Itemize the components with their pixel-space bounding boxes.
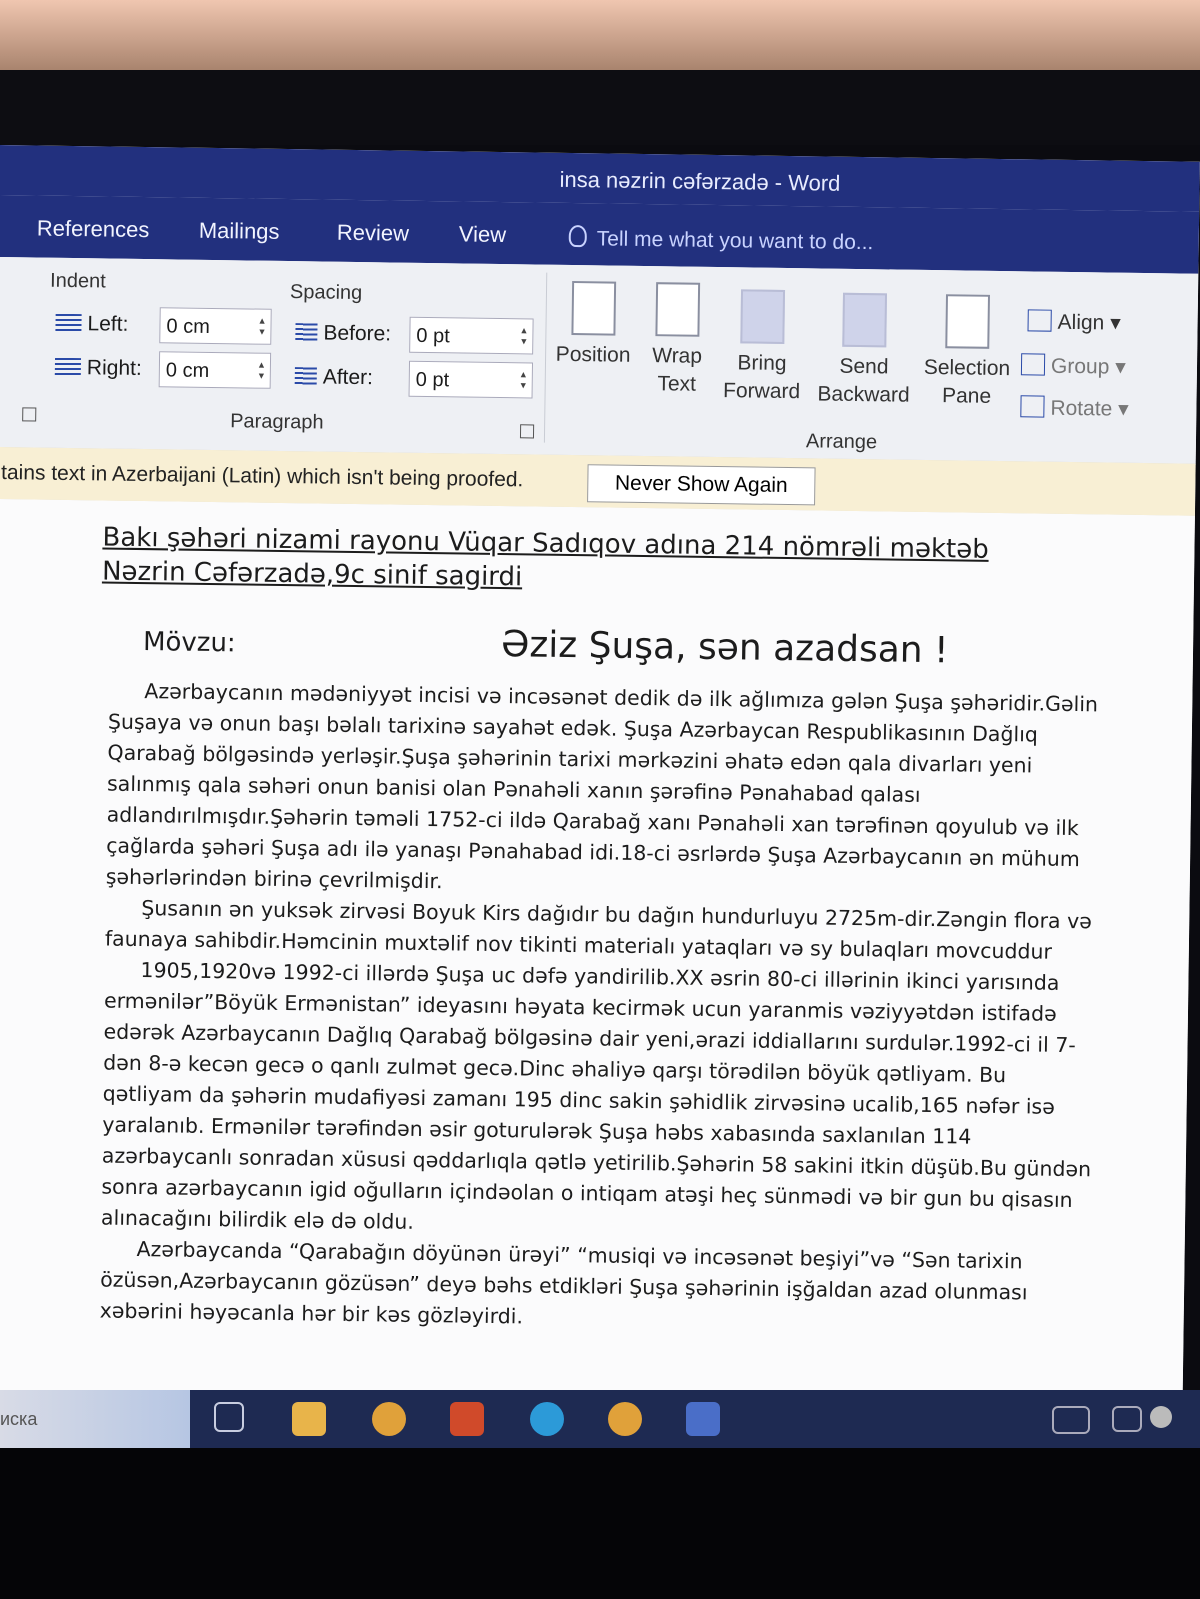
taskbar-search-text: иска — [0, 1409, 38, 1429]
monitor-bezel — [0, 70, 1200, 145]
paragraph-group-label: Paragraph — [230, 410, 324, 434]
spinner-icon[interactable]: ▲ ▼ — [257, 316, 266, 338]
powerpoint-icon[interactable] — [450, 1402, 484, 1436]
edge-icon[interactable] — [530, 1402, 564, 1436]
align-label: Align — [1057, 310, 1105, 335]
spacing-before-icon — [295, 323, 318, 342]
wrap-text-icon — [655, 282, 701, 337]
monitor-bottom-bezel — [0, 1448, 1200, 1599]
group-label: Group — [1050, 354, 1110, 379]
indent-left-text: Left: — [87, 312, 129, 336]
indent-right-icon — [54, 357, 82, 377]
indent-label: Indent — [49, 269, 106, 293]
taskbar: иска — [0, 1390, 1200, 1448]
background-wall — [0, 0, 1200, 70]
task-view-icon[interactable] — [214, 1402, 244, 1432]
spacing-label: Spacing — [289, 281, 363, 305]
header-line-2: Nəzrin Cəfərzadə,9c sinif sagirdi — [101, 556, 523, 593]
align-button[interactable]: Align ▾ — [1027, 309, 1121, 335]
document-page[interactable]: Bakı şəhəri nizami rayonu Vüqar Sadıqov … — [0, 498, 1195, 1486]
indent-left-label: Left: — [55, 312, 129, 337]
notification-icon[interactable] — [1150, 1406, 1172, 1428]
spacing-after-text: After: — [322, 365, 374, 390]
tell-me-search[interactable]: Tell me what you want to do... — [568, 224, 874, 255]
word-window: insa nəzrin cəfərzadə - Word References … — [0, 145, 1200, 1487]
spacing-before-input[interactable]: 0 pt ▲ ▼ — [409, 316, 534, 355]
window-title: insa nəzrin cəfərzadə - Word — [559, 166, 841, 196]
spacing-before-label: Before: — [295, 321, 391, 346]
wrap-label-2: Text — [657, 372, 697, 396]
spacing-after-value: 0 pt — [415, 368, 450, 392]
tab-review[interactable]: Review — [337, 220, 409, 247]
chrome-icon-2[interactable] — [608, 1402, 642, 1436]
spacing-after-icon — [294, 367, 317, 386]
document-body: Azərbaycanın mədəniyyət incisi və incəsə… — [100, 676, 1169, 1342]
tab-mailings[interactable]: Mailings — [199, 218, 280, 245]
arrange-group-label: Arrange — [805, 430, 878, 454]
ribbon: Indent Spacing Left: 0 cm ▲ ▼ Right: 0 cm ▲… — [0, 256, 1199, 465]
spacing-before-value: 0 pt — [416, 324, 450, 348]
align-icon — [1027, 309, 1052, 332]
group-icon — [1020, 353, 1046, 376]
spinner-icon[interactable]: ▲ ▼ — [519, 369, 528, 391]
selection-pane-icon — [945, 294, 991, 349]
bring-label-1: Bring — [737, 351, 787, 376]
selection-label-2: Pane — [941, 384, 992, 408]
send-backward-button[interactable]: Send Backward — [812, 292, 916, 409]
indent-right-label: Right: — [54, 356, 142, 381]
rotate-icon — [1020, 395, 1045, 418]
tell-me-placeholder: Tell me what you want to do... — [596, 227, 874, 255]
position-label: Position — [555, 342, 631, 367]
file-explorer-icon[interactable] — [292, 1402, 326, 1436]
keyboard-icon[interactable] — [1052, 1406, 1090, 1434]
word-icon[interactable] — [686, 1402, 720, 1436]
indent-left-icon — [55, 313, 82, 333]
spacing-after-input[interactable]: 0 pt ▲ ▼ — [408, 360, 534, 399]
send-backward-icon — [842, 292, 888, 348]
rotate-button[interactable]: Rotate ▾ — [1020, 395, 1129, 422]
bring-forward-icon — [740, 289, 786, 344]
spinner-icon[interactable]: ▲ ▼ — [519, 325, 528, 347]
indent-left-input[interactable]: 0 cm ▲ ▼ — [159, 307, 272, 345]
topic-label: Mövzu: — [142, 627, 236, 659]
spinner-icon[interactable]: ▲ ▼ — [257, 360, 266, 382]
position-button[interactable]: Position — [553, 281, 634, 370]
selection-label-1: Selection — [923, 355, 1011, 381]
chrome-icon[interactable] — [372, 1402, 406, 1436]
position-icon — [571, 281, 617, 336]
indent-right-value: 0 cm — [165, 359, 210, 382]
tab-references[interactable]: References — [37, 216, 150, 244]
never-show-again-button[interactable]: Never Show Again — [587, 464, 816, 506]
network-icon[interactable] — [1112, 1406, 1142, 1432]
group-button[interactable]: Group ▾ — [1020, 353, 1126, 379]
paragraph-launcher-icon[interactable] — [519, 424, 535, 439]
document-title: Əziz Şuşa, sən azadsan ! — [500, 624, 949, 672]
lightbulb-icon — [568, 224, 587, 248]
selection-pane-button[interactable]: Selection Pane — [918, 294, 1016, 411]
taskbar-search[interactable]: иска — [0, 1390, 190, 1448]
group-separator — [543, 272, 548, 443]
indent-left-value: 0 cm — [166, 315, 210, 338]
dialog-launcher-icon[interactable] — [22, 407, 37, 422]
proofing-message: ntains text in Azerbaijani (Latin) which… — [0, 460, 524, 492]
bring-forward-button[interactable]: Bring Forward — [716, 289, 808, 406]
send-label-1: Send — [839, 354, 889, 379]
indent-right-text: Right: — [86, 356, 142, 380]
indent-right-input[interactable]: 0 cm ▲ ▼ — [158, 351, 272, 389]
rotate-label: Rotate — [1050, 396, 1113, 421]
tab-view[interactable]: View — [459, 221, 507, 248]
wrap-text-button[interactable]: Wrap Text — [645, 282, 711, 399]
spacing-after-label: After: — [294, 365, 374, 390]
bring-label-2: Forward — [722, 379, 801, 404]
wrap-label-1: Wrap — [652, 344, 703, 368]
spacing-before-text: Before: — [323, 321, 392, 346]
send-label-2: Backward — [817, 382, 910, 407]
